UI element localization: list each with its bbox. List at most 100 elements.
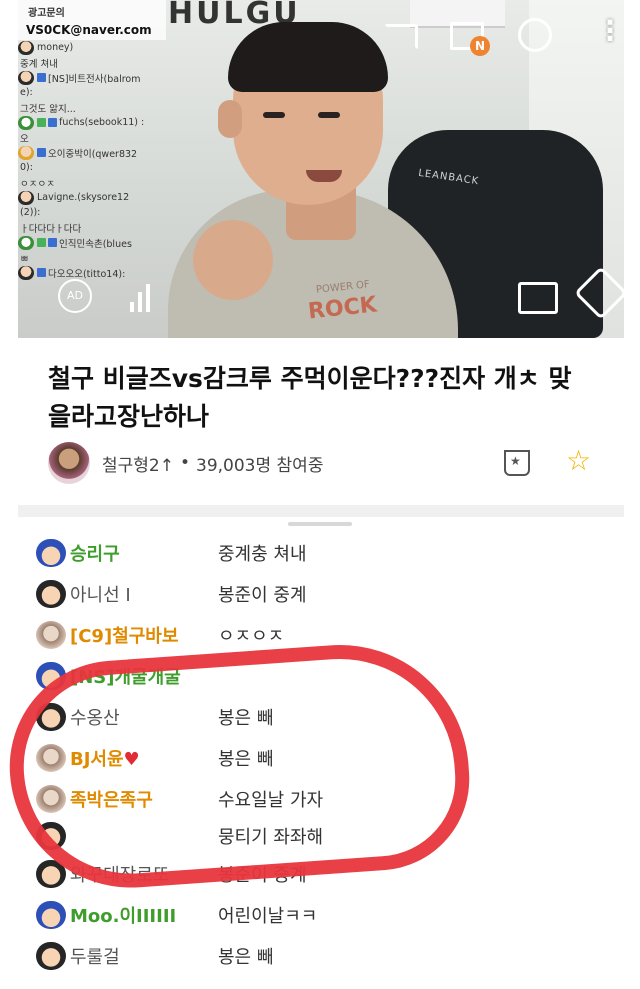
mini-avatar-icon: [18, 70, 34, 85]
badge-icon: [48, 118, 57, 127]
overlay-chat-line: 오이중박이(qwer832: [18, 145, 168, 160]
overlay-chat-line: 0):: [20, 162, 33, 173]
chat-row: 아니선 I 봉준이 중계: [18, 573, 624, 614]
chat-message: 뭉티기 좌좌해: [218, 827, 324, 848]
streamer-shoulder: [193, 220, 273, 300]
chat-message: 봉은 빼: [218, 707, 274, 729]
chat-nickname[interactable]: 수옹산: [70, 704, 120, 730]
user-avatar-icon: [36, 620, 66, 649]
user-avatar-icon: [36, 538, 66, 567]
user-avatar-icon: [36, 859, 66, 888]
badge-icon: [37, 268, 46, 277]
overlay-chat-line: ㅃ: [20, 253, 29, 265]
notification-badge: N: [470, 36, 490, 56]
badge-icon: [37, 118, 46, 127]
timer-icon[interactable]: [518, 18, 552, 52]
chat-row: 족박은족구 수요일날 가자: [18, 778, 624, 819]
overlay-chat-line: 중계 쳐내: [20, 58, 58, 70]
chat-row: Moo.이IIIIII 어린이날ㅋㅋ: [18, 894, 624, 935]
chat-message: 봉은 빼: [218, 946, 274, 968]
overlay-chat-line: money): [18, 40, 168, 55]
chat-nickname[interactable]: 아니선 I: [70, 581, 131, 607]
mini-avatar-icon: [18, 265, 34, 280]
chat-nickname[interactable]: BJ서윤♥: [70, 745, 140, 771]
chat-message: 봉준이 중계: [218, 864, 307, 886]
favorite-star-icon[interactable]: ☆: [566, 444, 591, 477]
drag-handle[interactable]: [288, 522, 352, 526]
video-player[interactable]: HULGU LEANBACK POWER OF ROCK 광고문의 VS0CK@…: [18, 0, 624, 338]
heart-icon: ♥: [123, 748, 140, 770]
mini-avatar-icon: [18, 115, 34, 130]
user-avatar-icon: [36, 743, 66, 772]
mini-avatar-icon: [18, 190, 34, 205]
badge-icon: [37, 238, 46, 247]
ad-icon[interactable]: AD: [58, 279, 92, 313]
overlay-chat-line: e):: [20, 87, 33, 98]
overlay-ad-banner: 광고문의 VS0CK@naver.com: [18, 0, 166, 40]
viewer-count: 39,003명 참여중: [196, 455, 324, 476]
overlay-chat-line: [NS]비트전사(balrom: [18, 70, 168, 85]
user-avatar-icon: [36, 579, 66, 608]
overlay-brand-name: 광고문의: [28, 8, 65, 19]
broadcast-meta: 철구형2↑ • 39,003명 참여중 ★ ☆: [48, 442, 608, 484]
section-divider: [18, 505, 624, 517]
user-avatar-icon: [36, 941, 66, 970]
chat-message: 중계충 쳐내: [218, 543, 307, 565]
badge-icon: [48, 238, 57, 247]
cup-icon[interactable]: ★: [504, 450, 530, 476]
picture-in-picture-icon[interactable]: [518, 282, 558, 314]
mini-avatar-icon: [18, 40, 34, 55]
streamer-ear: [218, 100, 242, 138]
cast-icon[interactable]: [384, 24, 418, 50]
overlay-chat-line: fuchs(sebook11) :: [18, 115, 168, 130]
chat-nickname[interactable]: 승리구: [70, 540, 120, 566]
chat-nickname[interactable]: 두룰걸: [70, 943, 120, 969]
broadcast-title: 철구 비글즈vs감크루 주먹이운다???진자 개ㅊ 맞을라고장난하나: [48, 364, 572, 431]
chat-row: 뭉티기 좌좌해: [18, 819, 624, 853]
overlay-email: VS0CK@naver.com: [26, 23, 152, 37]
badge-icon: [37, 148, 46, 157]
user-avatar-icon: [36, 900, 66, 929]
volume-bars-icon[interactable]: [126, 282, 166, 312]
streamer-eye-right: [318, 112, 340, 118]
chat-nickname[interactable]: [C9]철구바보: [70, 622, 178, 648]
chat-nickname[interactable]: [NS]개굴개굴: [70, 663, 181, 689]
overlay-chat-line: 인직민속촌(blues: [18, 235, 168, 250]
chat-nickname[interactable]: 족박은족구: [70, 786, 153, 812]
streamer-avatar[interactable]: [48, 442, 90, 484]
overlay-chat-line: ㅇㅈㅇㅈ: [20, 178, 55, 190]
user-avatar-icon: [36, 784, 66, 813]
mini-avatar-icon: [18, 145, 34, 160]
meta-separator: •: [179, 453, 191, 473]
streamer-hair: [228, 22, 388, 92]
badge-icon: [37, 73, 46, 82]
chat-row: 승리구 중계충 쳐내: [18, 532, 624, 573]
user-avatar-icon: [36, 822, 66, 850]
chat-message: 수요일날 가자: [218, 789, 324, 811]
overlay-chat-line: 오: [20, 133, 29, 145]
chat-nickname[interactable]: 와꾸대장로또: [70, 861, 169, 887]
streamer-name[interactable]: 철구형2↑: [102, 451, 174, 476]
chat-list: 승리구 중계충 쳐내 아니선 I 봉준이 중계 [C9]철구바보 ㅇㅈㅇㅈ [N…: [18, 532, 624, 976]
chat-row: [NS]개굴개굴: [18, 655, 624, 696]
mini-avatar-icon: [18, 235, 34, 250]
chat-row: BJ서윤♥ 봉은 빼: [18, 737, 624, 778]
chat-row: 와꾸대장로또 봉준이 중계: [18, 853, 624, 894]
overlay-chat-line: 그것도 앎지...: [20, 103, 76, 115]
overlay-chat-line: ㅏ다다다ㅏ다다: [20, 223, 82, 235]
chat-nickname[interactable]: Moo.이IIIIII: [70, 902, 176, 928]
stream-chat-overlay: money) 중계 쳐내 [NS]비트전사(balrom e): 그것도 앎지.…: [18, 40, 168, 280]
overlay-chat-line: Lavigne.(skysore12: [18, 190, 168, 205]
chat-message: 봉준이 중계: [218, 584, 307, 606]
user-avatar-icon: [36, 661, 66, 690]
chat-row: [C9]철구바보 ㅇㅈㅇㅈ: [18, 614, 624, 655]
overlay-chat-line: 다오오오(titto14):: [18, 265, 168, 280]
chat-row: 수옹산 봉은 빼: [18, 696, 624, 737]
more-options-icon[interactable]: ⋮: [596, 14, 624, 47]
chat-message: 어린이날ㅋㅋ: [218, 905, 318, 927]
chat-message: ㅇㅈㅇㅈ: [218, 625, 285, 647]
chat-message: 봉은 빼: [218, 748, 274, 770]
user-avatar-icon: [36, 702, 66, 731]
chat-row: 두룰걸 봉은 빼: [18, 935, 624, 976]
streamer-eye-left: [263, 112, 285, 118]
